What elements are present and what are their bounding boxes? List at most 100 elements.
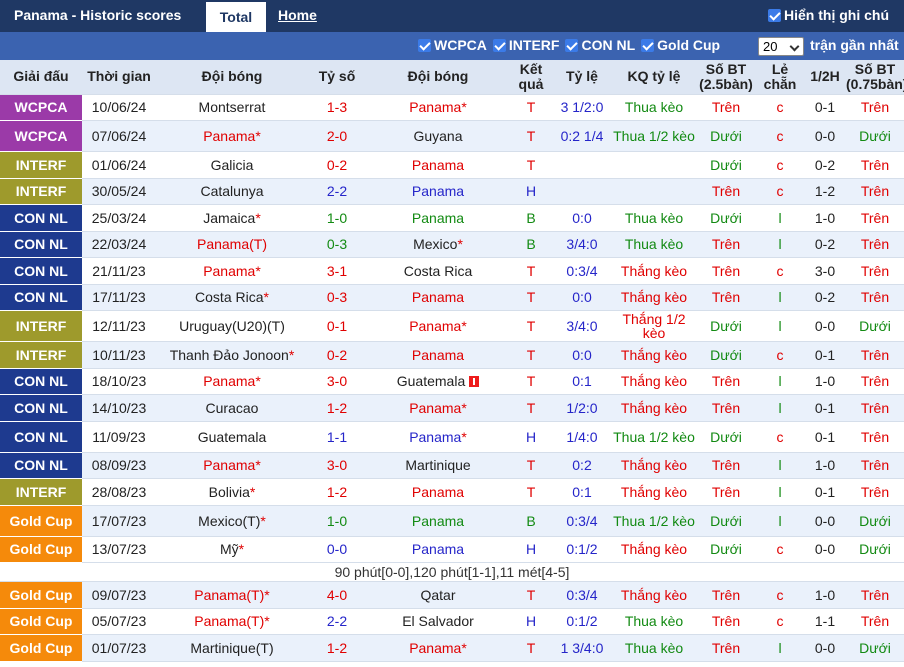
match-count-select[interactable]: 20 bbox=[758, 37, 804, 56]
away-team-name[interactable]: Panama bbox=[412, 157, 464, 173]
away-team-name[interactable]: Panama bbox=[409, 99, 461, 115]
league-cell[interactable]: CON NL bbox=[0, 368, 82, 395]
league-filter-checkbox[interactable] bbox=[641, 39, 655, 52]
league-cell[interactable]: CON NL bbox=[0, 204, 82, 232]
home-team-name[interactable]: Thanh Đảo Jonoon bbox=[170, 347, 289, 363]
home-team-name[interactable]: Bolivia bbox=[209, 484, 250, 500]
score-cell[interactable]: 1-2 bbox=[308, 634, 366, 662]
home-team-cell[interactable]: Panama(T)* bbox=[156, 608, 308, 635]
home-team-cell[interactable]: Curacao bbox=[156, 394, 308, 422]
score-cell[interactable]: 2-2 bbox=[308, 178, 366, 205]
league-filter-checkbox[interactable] bbox=[565, 39, 579, 52]
score-cell[interactable]: 0-2 bbox=[308, 341, 366, 369]
home-team-cell[interactable]: Panama* bbox=[156, 257, 308, 285]
league-cell[interactable]: CON NL bbox=[0, 284, 82, 311]
score-cell[interactable]: 2-2 bbox=[308, 608, 366, 635]
tab-home[interactable]: Home bbox=[278, 7, 317, 23]
home-team-cell[interactable]: Panama* bbox=[156, 368, 308, 395]
away-team-name[interactable]: Costa Rica bbox=[404, 263, 472, 279]
away-team-cell[interactable]: Qatar bbox=[366, 581, 510, 609]
home-team-name[interactable]: Uruguay(U20)(T) bbox=[179, 318, 285, 334]
away-team-cell[interactable]: Panama bbox=[366, 536, 510, 563]
home-team-name[interactable]: Panama bbox=[203, 373, 255, 389]
away-team-cell[interactable]: Panama* bbox=[366, 421, 510, 453]
away-team-cell[interactable]: Panama* bbox=[366, 94, 510, 121]
away-team-name[interactable]: Qatar bbox=[420, 587, 455, 603]
home-team-cell[interactable]: Catalunya bbox=[156, 178, 308, 205]
home-team-name[interactable]: Panama bbox=[203, 457, 255, 473]
away-team-cell[interactable]: Martinique bbox=[366, 452, 510, 479]
league-cell[interactable]: Gold Cup bbox=[0, 634, 82, 662]
home-team-cell[interactable]: Thanh Đảo Jonoon* bbox=[156, 341, 308, 369]
home-team-cell[interactable]: Guatemala bbox=[156, 421, 308, 453]
away-team-name[interactable]: El Salvador bbox=[402, 613, 474, 629]
score-cell[interactable]: 1-2 bbox=[308, 394, 366, 422]
home-team-cell[interactable]: Galicia bbox=[156, 151, 308, 179]
home-team-cell[interactable]: Panama(T)* bbox=[156, 581, 308, 609]
home-team-name[interactable]: Panama bbox=[203, 128, 255, 144]
league-filter-wcpca[interactable]: WCPCA bbox=[418, 37, 487, 53]
away-team-cell[interactable]: Guatemala bbox=[366, 368, 510, 395]
away-team-cell[interactable]: El Salvador bbox=[366, 608, 510, 635]
score-cell[interactable]: 4-0 bbox=[308, 581, 366, 609]
home-team-cell[interactable]: Martinique(T) bbox=[156, 634, 308, 662]
home-team-cell[interactable]: Bolivia* bbox=[156, 478, 308, 506]
show-notes-toggle[interactable]: Hiển thị ghi chú bbox=[768, 7, 889, 23]
score-cell[interactable]: 0-2 bbox=[308, 151, 366, 179]
score-cell[interactable]: 1-0 bbox=[308, 204, 366, 232]
score-cell[interactable]: 3-0 bbox=[308, 452, 366, 479]
away-team-name[interactable]: Panama bbox=[412, 484, 464, 500]
home-team-cell[interactable]: Mỹ* bbox=[156, 536, 308, 563]
score-cell[interactable]: 1-2 bbox=[308, 478, 366, 506]
score-cell[interactable]: 1-1 bbox=[308, 421, 366, 453]
home-team-name[interactable]: Catalunya bbox=[200, 183, 263, 199]
away-team-cell[interactable]: Guyana bbox=[366, 120, 510, 152]
away-team-cell[interactable]: Panama* bbox=[366, 634, 510, 662]
away-team-name[interactable]: Panama bbox=[412, 541, 464, 557]
home-team-cell[interactable]: Panama(T) bbox=[156, 231, 308, 258]
away-team-name[interactable]: Mexico bbox=[413, 236, 457, 252]
away-team-name[interactable]: Panama bbox=[412, 183, 464, 199]
home-team-name[interactable]: Mexico(T) bbox=[198, 513, 260, 529]
away-team-name[interactable]: Panama bbox=[412, 289, 464, 305]
away-team-cell[interactable]: Panama bbox=[366, 341, 510, 369]
score-cell[interactable]: 0-3 bbox=[308, 284, 366, 311]
score-cell[interactable]: 0-3 bbox=[308, 231, 366, 258]
away-team-cell[interactable]: Panama* bbox=[366, 394, 510, 422]
away-team-name[interactable]: Guyana bbox=[413, 128, 462, 144]
away-team-name[interactable]: Panama bbox=[412, 210, 464, 226]
league-cell[interactable]: INTERF bbox=[0, 151, 82, 179]
home-team-cell[interactable]: Mexico(T)* bbox=[156, 505, 308, 537]
score-cell[interactable]: 3-1 bbox=[308, 257, 366, 285]
home-team-cell[interactable]: Panama* bbox=[156, 452, 308, 479]
league-cell[interactable]: CON NL bbox=[0, 394, 82, 422]
away-team-name[interactable]: Panama bbox=[412, 347, 464, 363]
score-cell[interactable]: 1-3 bbox=[308, 94, 366, 121]
home-team-name[interactable]: Panama(T) bbox=[194, 587, 264, 603]
league-cell[interactable]: CON NL bbox=[0, 452, 82, 479]
league-cell[interactable]: Gold Cup bbox=[0, 608, 82, 635]
home-team-cell[interactable]: Montserrat bbox=[156, 94, 308, 121]
away-team-cell[interactable]: Panama bbox=[366, 204, 510, 232]
league-cell[interactable]: INTERF bbox=[0, 178, 82, 205]
league-cell[interactable]: INTERF bbox=[0, 341, 82, 369]
away-team-name[interactable]: Martinique bbox=[405, 457, 470, 473]
home-team-name[interactable]: Panama bbox=[203, 263, 255, 279]
league-cell[interactable]: CON NL bbox=[0, 421, 82, 453]
away-team-cell[interactable]: Panama* bbox=[366, 310, 510, 342]
show-notes-checkbox[interactable] bbox=[768, 9, 781, 22]
home-team-name[interactable]: Panama(T) bbox=[197, 236, 267, 252]
home-team-name[interactable]: Costa Rica bbox=[195, 289, 263, 305]
home-team-name[interactable]: Panama(T) bbox=[194, 613, 264, 629]
away-team-cell[interactable]: Panama bbox=[366, 151, 510, 179]
home-team-cell[interactable]: Panama* bbox=[156, 120, 308, 152]
score-cell[interactable]: 1-0 bbox=[308, 505, 366, 537]
home-team-cell[interactable]: Jamaica* bbox=[156, 204, 308, 232]
tab-total[interactable]: Total bbox=[206, 2, 266, 32]
away-team-name[interactable]: Panama bbox=[409, 318, 461, 334]
away-team-name[interactable]: Guatemala bbox=[397, 373, 465, 389]
league-filter-gold-cup[interactable]: Gold Cup bbox=[641, 37, 720, 53]
league-cell[interactable]: Gold Cup bbox=[0, 581, 82, 609]
league-cell[interactable]: Gold Cup bbox=[0, 536, 82, 563]
home-team-name[interactable]: Martinique(T) bbox=[190, 640, 273, 656]
